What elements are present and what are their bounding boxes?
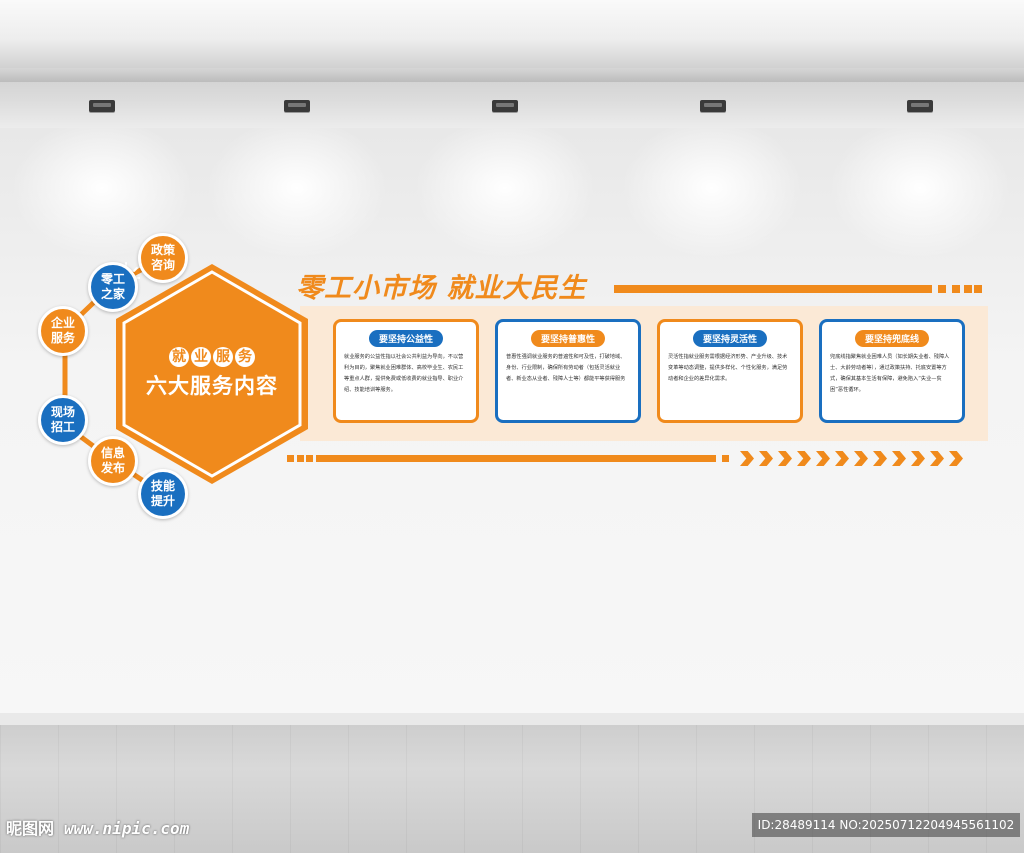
node-info-release: 信息发布 xyxy=(88,436,138,486)
node-gig-home: 零工之家 xyxy=(88,262,138,312)
hexagon-subtitle: 就业服务 xyxy=(112,346,312,367)
node-skill-upgrade: 技能提升 xyxy=(138,469,188,519)
node-enterprise-service: 企业服务 xyxy=(38,306,88,356)
watermark-id: ID:28489114 NO:20250712204945561102 xyxy=(752,813,1020,837)
watermark-site: 昵图网 www.nipic.com xyxy=(6,819,190,838)
node-policy-consult: 政策咨询 xyxy=(138,233,188,283)
hexagon-title: 六大服务内容 xyxy=(146,374,278,398)
node-onsite-recruit: 现场招工 xyxy=(38,395,88,445)
center-hexagon: 就业服务 六大服务内容 xyxy=(112,262,312,486)
